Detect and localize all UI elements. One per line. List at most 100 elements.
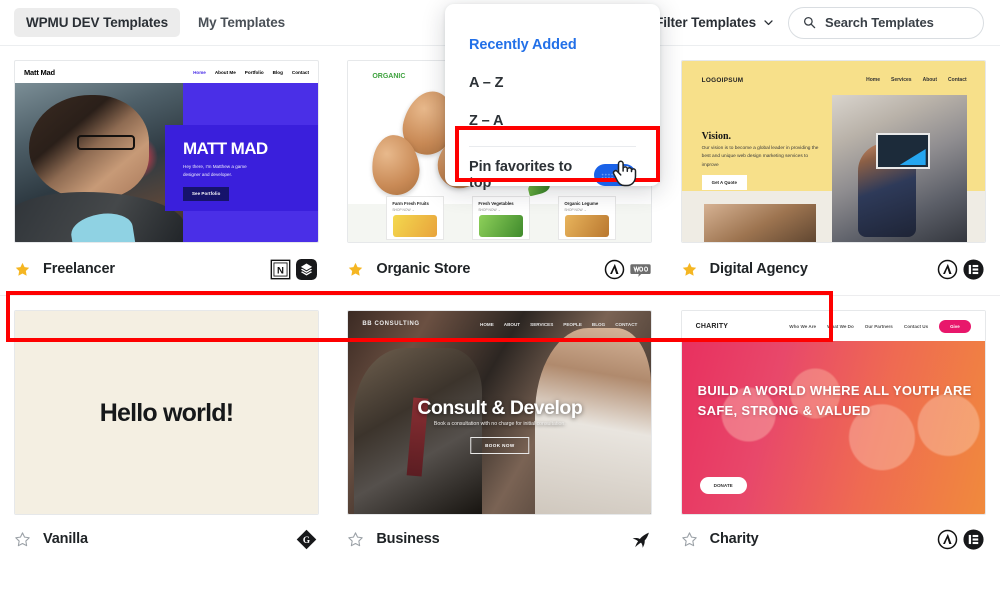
template-badges: G	[296, 529, 317, 550]
sort-option-a-z[interactable]: A – Z	[445, 64, 660, 102]
preview-cta: DONATE	[699, 477, 747, 494]
favorite-star-icon[interactable]	[681, 531, 698, 548]
product-title: Farm Fresh Fruits	[392, 201, 429, 206]
preview-cta: Get A Quote	[701, 175, 747, 190]
template-badges	[630, 529, 651, 550]
preview-nav-links: HOME ABOUT SERVICES PEOPLE BLOG CONTACT	[480, 322, 637, 327]
preview-sub: Book a consultation with no charge for i…	[433, 421, 566, 427]
preview-heading: Vision.	[701, 131, 732, 142]
favorite-star-icon[interactable]	[681, 261, 698, 278]
preview-brand: CHARITY	[695, 322, 729, 330]
product-sub: SHOP NOW →	[478, 208, 501, 212]
product-card: Farm Fresh Fruits SHOP NOW →	[386, 196, 445, 240]
hummingbird-icon	[632, 532, 649, 548]
preview-photo	[15, 83, 183, 242]
preview-sub: Hey there, I'm Matthew a game designer a…	[183, 164, 247, 178]
nav-link: What We Do	[827, 323, 854, 329]
filter-templates-dropdown[interactable]: Filter Templates	[655, 15, 774, 30]
preview-heading: BUILD A WORLD WHERE ALL YOUTH ARE SAFE, …	[697, 383, 972, 418]
preview-nav: Matt Mad Home About Me Portfolio Blog Co…	[15, 61, 318, 83]
preview-hero: BB CONSULTING HOME ABOUT SERVICES PEOPLE…	[348, 311, 652, 514]
preview-nav-links: Who We Are What We Do Our Partners Conta…	[789, 319, 971, 333]
template-name: Organic Store	[376, 261, 471, 277]
template-badges	[604, 259, 651, 280]
preview-sub: Our vision is to become a global leader …	[701, 146, 819, 168]
favorite-star-icon[interactable]	[14, 261, 31, 278]
preview-heading: Hello world!	[99, 399, 234, 427]
tab-wpmu-dev-templates[interactable]: WPMU DEV Templates	[14, 8, 180, 37]
nav-link: BLOG	[591, 321, 606, 327]
nav-link: About Me	[214, 69, 236, 75]
template-card-freelancer: Matt Mad Home About Me Portfolio Blog Co…	[0, 46, 334, 295]
template-card-digital-agency: LOGOIPSUM Home Services About Contact Vi…	[666, 46, 1000, 295]
favorite-star-icon[interactable]	[347, 261, 364, 278]
template-name: Charity	[709, 531, 759, 547]
favorite-star-icon[interactable]	[14, 531, 31, 548]
photo-glasses	[77, 135, 135, 150]
template-name: Vanilla	[43, 531, 88, 547]
nav-link: CONTACT	[615, 321, 638, 327]
elementor-icon	[963, 258, 984, 280]
sort-option-recently-added[interactable]: Recently Added	[445, 26, 660, 64]
template-preview-vanilla[interactable]: Hello world!	[14, 310, 319, 515]
nav-link: Services	[891, 77, 912, 83]
astra-icon	[604, 259, 624, 279]
template-card-charity: BUILD A WORLD WHERE ALL YOUTH ARE SAFE, …	[666, 296, 1000, 563]
template-badges: N	[270, 258, 318, 280]
woocommerce-icon	[630, 263, 651, 277]
templates-browser: WPMU DEV Templates My Templates Filter T…	[0, 0, 1000, 613]
preview-hero: Hello world!	[15, 311, 318, 514]
template-preview-freelancer[interactable]: Matt Mad Home About Me Portfolio Blog Co…	[14, 60, 319, 243]
favorite-star-icon[interactable]	[347, 531, 364, 548]
tab-my-templates[interactable]: My Templates	[186, 8, 297, 37]
tab-bar: WPMU DEV Templates My Templates	[0, 8, 297, 37]
thumbnail-wrap: LOGOIPSUM Home Services About Contact Vi…	[667, 46, 1000, 243]
template-preview-charity[interactable]: BUILD A WORLD WHERE ALL YOUTH ARE SAFE, …	[680, 310, 986, 515]
preview-heading: Consult & Develop	[417, 397, 583, 419]
preview-hero: LOGOIPSUM Home Services About Contact Vi…	[681, 61, 985, 242]
thumbnail-wrap: Hello world!	[0, 296, 333, 515]
preview-nav-links: Home About Me Portfolio Blog Contact	[193, 70, 309, 75]
template-meta-charity: Charity	[666, 515, 1000, 563]
nav-pill-button: Give	[939, 319, 971, 333]
preview-hero: BUILD A WORLD WHERE ALL YOUTH ARE SAFE, …	[681, 311, 985, 514]
svg-text:N: N	[277, 265, 284, 276]
nav-link: Our Partners	[864, 323, 893, 329]
template-meta-freelancer: Freelancer N	[0, 243, 334, 295]
template-name: Freelancer	[43, 261, 115, 277]
preview-brand: Matt Mad	[24, 67, 55, 77]
template-name: Business	[376, 531, 440, 547]
template-name: Digital Agency	[709, 261, 808, 277]
nav-link: Home	[866, 77, 880, 83]
photo-monitor	[875, 133, 930, 169]
preview-office-photo	[831, 95, 967, 242]
template-preview-digital-agency[interactable]: LOGOIPSUM Home Services About Contact Vi…	[680, 60, 986, 243]
preview-brand: LOGOIPSUM	[701, 77, 744, 84]
pin-favorites-label: Pin favorites to top	[469, 159, 573, 191]
sort-option-z-a[interactable]: Z – A	[445, 102, 660, 140]
astra-icon	[937, 259, 958, 279]
product-image	[393, 215, 438, 237]
template-preview-business[interactable]: BB CONSULTING HOME ABOUT SERVICES PEOPLE…	[347, 310, 653, 515]
template-meta-business: Business	[333, 515, 667, 563]
template-badges	[937, 528, 984, 550]
nav-link: Home	[193, 69, 206, 75]
nav-link: Portfolio	[244, 69, 264, 75]
search-icon	[803, 16, 816, 29]
template-meta-digital-agency: Digital Agency	[666, 243, 1000, 295]
nav-link: Contact	[948, 77, 967, 83]
templates-row-2: Hello world! Vanilla G BB CONSULTING HOM…	[0, 296, 1000, 563]
nav-link: Contact Us	[903, 323, 929, 329]
nav-link: Blog	[272, 69, 283, 75]
svg-text:G: G	[303, 535, 310, 545]
product-sub: SHOP NOW →	[564, 208, 587, 212]
template-badges	[937, 258, 984, 280]
thumbnail-wrap: Matt Mad Home About Me Portfolio Blog Co…	[0, 46, 333, 243]
preview-nav-links: Home Services About Contact	[866, 77, 967, 83]
search-input[interactable]: Search Templates	[788, 6, 984, 39]
product-image	[479, 215, 524, 237]
nav-link: ABOUT	[503, 321, 521, 327]
preview-heading: MATT MAD	[183, 139, 268, 158]
template-meta-vanilla: Vanilla G	[0, 515, 334, 563]
nova-icon: N	[270, 259, 291, 279]
